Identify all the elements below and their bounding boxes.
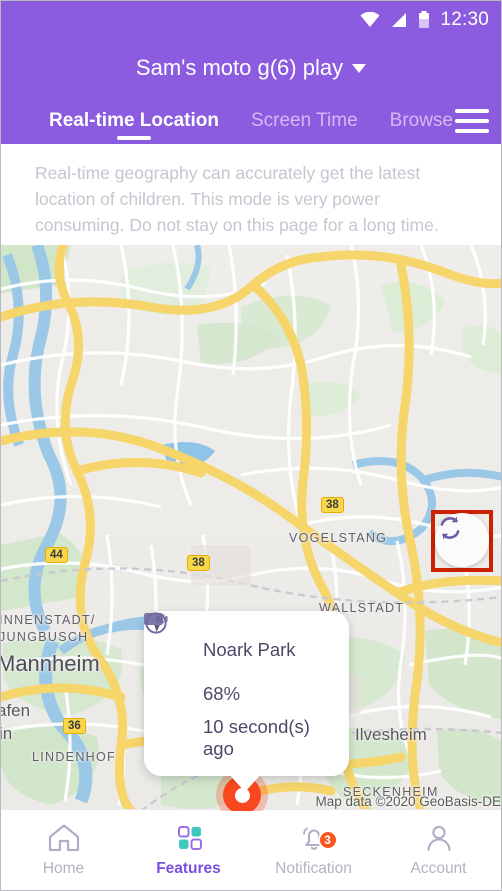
tab-bar: Real-time Location Screen Time Browse — [1, 97, 501, 144]
wifi-icon — [360, 12, 380, 28]
map-label: Mannheim — [1, 651, 100, 676]
person-icon — [426, 825, 451, 852]
place-name-value: Noark Park — [203, 639, 296, 660]
device-selector[interactable]: Sam's moto g(6) play — [135, 55, 367, 81]
chevron-down-icon — [352, 63, 367, 73]
tab-screen-time[interactable]: Screen Time — [235, 97, 374, 144]
app-screen: 12:30 Sam's moto g(6) play Real-time Loc… — [0, 0, 502, 891]
refresh-icon — [440, 516, 460, 540]
nav-label: Home — [42, 860, 85, 877]
nav-item-home[interactable]: Home — [1, 822, 126, 878]
map-label: Ilvesheim — [355, 725, 427, 744]
nav-item-notification[interactable]: 3 Notification — [251, 822, 376, 878]
map-view[interactable]: VOGELSTANG WALLSTADT INNENSTADT/ JUNGBUS… — [1, 245, 501, 811]
tab-label: Real-time Location — [49, 109, 219, 131]
bottom-navigation-bar: Home Features 3 Notification Account — [1, 809, 501, 890]
map-label: JUNGBUSCH — [1, 630, 89, 644]
map-label: afen — [1, 701, 31, 720]
device-name-label: Sam's moto g(6) play — [135, 55, 344, 80]
tab-label: Screen Time — [250, 109, 358, 131]
tab-browse[interactable]: Browse — [374, 97, 453, 144]
nav-item-account[interactable]: Account — [376, 822, 501, 878]
status-bar-clock: 12:30 — [440, 9, 489, 30]
nav-label: Account — [410, 860, 467, 877]
app-header: Sam's moto g(6) play — [1, 39, 501, 97]
page-description: Real-time geography can accurately get t… — [1, 144, 501, 245]
status-bar: 12:30 — [1, 1, 501, 39]
map-label: in — [1, 724, 13, 743]
map-label: VOGELSTANG — [289, 531, 388, 545]
info-row-place: Noark Park — [144, 614, 349, 672]
road-shield: 38 — [321, 497, 344, 513]
map-attribution: Map data ©2020 GeoBasis-DE — [315, 794, 501, 809]
notification-badge: 3 — [317, 830, 338, 850]
battery-value: 68% — [203, 683, 241, 704]
info-row-battery: 68% — [144, 613, 349, 716]
info-row-time: 10 second(s) ago — [144, 612, 349, 760]
grid-apps-icon — [177, 826, 202, 850]
map-label: LINDENHOF — [32, 750, 116, 764]
road-shield: 36 — [63, 718, 86, 734]
nav-label: Notification — [275, 860, 352, 877]
location-info-card[interactable]: Noark Park 68% 10 second(s) ago — [144, 611, 349, 792]
road-shield: 38 — [187, 555, 210, 571]
home-icon — [48, 824, 79, 852]
nav-item-features[interactable]: Features — [126, 822, 251, 878]
tab-real-time-location[interactable]: Real-time Location — [33, 97, 235, 144]
battery-icon — [418, 11, 430, 29]
refresh-button[interactable] — [435, 513, 489, 567]
active-tab-indicator — [116, 136, 151, 140]
road-shield: 44 — [45, 547, 68, 563]
tab-label: Browse — [389, 109, 453, 131]
cellular-signal-icon — [390, 12, 408, 28]
map-label: INNENSTADT/ — [1, 613, 96, 627]
hamburger-menu-icon[interactable] — [455, 108, 489, 133]
last-update-value: 10 second(s) ago — [203, 716, 310, 759]
nav-label: Features — [156, 860, 221, 877]
